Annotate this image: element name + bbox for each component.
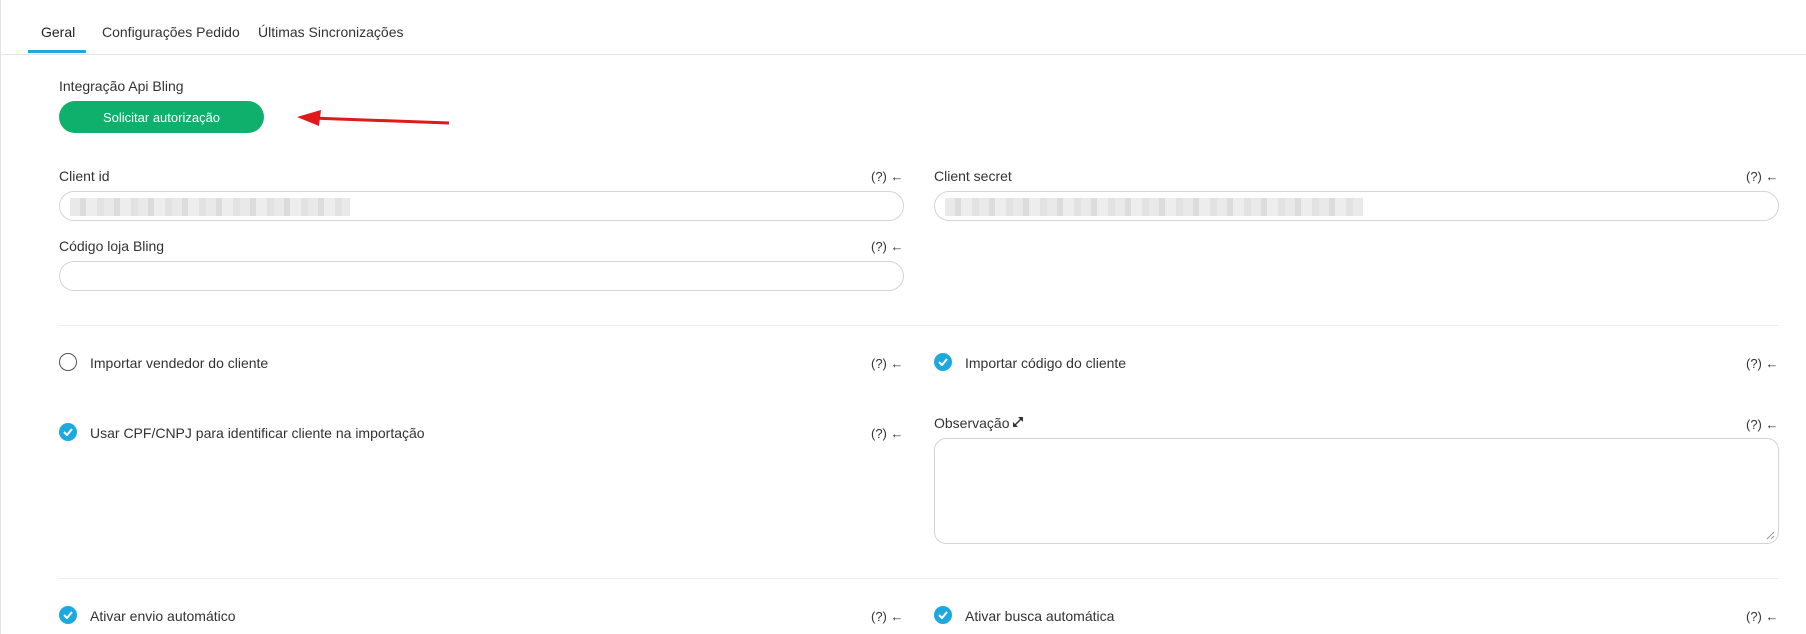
- integration-title: Integração Api Bling: [59, 78, 184, 94]
- client-id-label: Client id: [59, 168, 110, 184]
- client-secret-help[interactable]: (?) ←: [1746, 169, 1779, 184]
- tab-bar: Geral Configurações Pedido Últimas Sincr…: [0, 0, 1806, 55]
- importar-vendedor-checkbox[interactable]: [59, 353, 77, 371]
- observacao-textarea[interactable]: [934, 438, 1779, 544]
- resize-handle-icon[interactable]: [1766, 531, 1775, 540]
- check-icon: [63, 611, 73, 619]
- expand-icon[interactable]: [1012, 416, 1024, 428]
- redacted-value: [945, 198, 1363, 216]
- usar-cpf-checkbox[interactable]: [59, 423, 77, 441]
- usar-cpf-help[interactable]: (?) ←: [871, 426, 904, 441]
- importar-codigo-checkbox[interactable]: [934, 353, 952, 371]
- client-id-help[interactable]: (?) ←: [871, 169, 904, 184]
- envio-automatico-help[interactable]: (?) ←: [871, 609, 904, 624]
- observacao-help[interactable]: (?) ←: [1746, 417, 1779, 432]
- importar-codigo-help[interactable]: (?) ←: [1746, 356, 1779, 371]
- active-tab-indicator: [28, 50, 86, 53]
- envio-automatico-label: Ativar envio automático: [90, 608, 236, 624]
- tab-ultimas-sincronizacoes[interactable]: Últimas Sincronizações: [258, 24, 404, 54]
- busca-automatica-label: Ativar busca automática: [965, 608, 1115, 624]
- window-edge: [0, 0, 1, 634]
- importar-codigo-label: Importar código do cliente: [965, 355, 1127, 371]
- redacted-value: [70, 198, 350, 216]
- codigo-loja-help[interactable]: (?) ←: [871, 239, 904, 254]
- envio-automatico-checkbox[interactable]: [59, 606, 77, 624]
- client-secret-input[interactable]: [934, 191, 1779, 221]
- codigo-loja-input[interactable]: [59, 261, 904, 291]
- client-id-input[interactable]: [59, 191, 904, 221]
- check-icon: [938, 358, 948, 366]
- tab-configuracoes-pedido[interactable]: Configurações Pedido: [102, 24, 240, 54]
- busca-automatica-checkbox[interactable]: [934, 606, 952, 624]
- red-arrow-annotation: [297, 110, 450, 126]
- check-icon: [63, 428, 73, 436]
- request-authorization-button[interactable]: Solicitar autorização: [59, 101, 264, 133]
- client-secret-label: Client secret: [934, 168, 1012, 184]
- section-divider: [59, 578, 1779, 579]
- busca-automatica-help[interactable]: (?) ←: [1746, 609, 1779, 624]
- usar-cpf-label: Usar CPF/CNPJ para identificar cliente n…: [90, 425, 425, 441]
- importar-vendedor-help[interactable]: (?) ←: [871, 356, 904, 371]
- codigo-loja-label: Código loja Bling: [59, 238, 165, 254]
- importar-vendedor-label: Importar vendedor do cliente: [90, 355, 269, 371]
- section-divider: [59, 325, 1779, 326]
- check-icon: [938, 611, 948, 619]
- observacao-label: Observação: [934, 415, 1010, 431]
